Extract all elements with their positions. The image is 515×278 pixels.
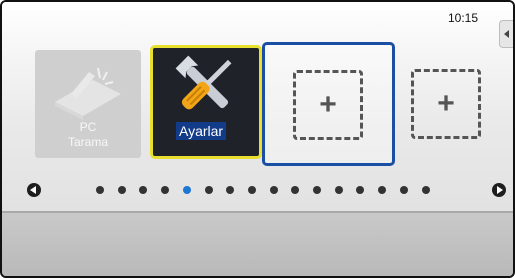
page-dot[interactable] bbox=[313, 186, 321, 194]
page-dot[interactable] bbox=[422, 186, 430, 194]
page-dot[interactable] bbox=[205, 186, 213, 194]
pc-scan-label: PC Tarama bbox=[35, 120, 141, 150]
page-dot[interactable] bbox=[118, 186, 126, 194]
settings-tile[interactable]: Ayarlar bbox=[150, 45, 262, 159]
page-dot[interactable] bbox=[291, 186, 299, 194]
page-dot[interactable] bbox=[378, 186, 386, 194]
page-dot[interactable] bbox=[335, 186, 343, 194]
plus-icon: + bbox=[437, 87, 455, 120]
add-shortcut-tile[interactable]: + bbox=[411, 69, 481, 139]
page-dot[interactable] bbox=[96, 186, 104, 194]
plus-icon: + bbox=[319, 88, 337, 121]
page-dot[interactable] bbox=[161, 186, 169, 194]
page-dot[interactable] bbox=[270, 186, 278, 194]
panel-frame: 10:15 PC Tarama Ayarlar + + bbox=[0, 0, 515, 278]
next-page-button[interactable] bbox=[492, 183, 506, 197]
pc-scan-label-line-2: Tarama bbox=[67, 135, 108, 149]
side-panel-tab[interactable] bbox=[499, 20, 513, 48]
add-shortcut-tile-selected[interactable]: + bbox=[262, 42, 395, 166]
page-dot[interactable] bbox=[400, 186, 408, 194]
previous-page-button[interactable] bbox=[27, 183, 41, 197]
pc-scan-tile[interactable]: PC Tarama bbox=[35, 50, 141, 158]
add-shortcut-frame: + bbox=[293, 70, 363, 140]
pc-scan-label-line-1: PC bbox=[79, 120, 97, 134]
settings-label: Ayarlar bbox=[176, 122, 227, 140]
wrench-screwdriver-icon bbox=[175, 55, 232, 110]
page-dot[interactable] bbox=[183, 186, 191, 194]
clock: 10:15 bbox=[448, 11, 479, 25]
scanner-icon bbox=[55, 67, 121, 120]
page-dot[interactable] bbox=[356, 186, 364, 194]
bottom-bar bbox=[2, 213, 513, 276]
home-screen: 10:15 PC Tarama Ayarlar + + bbox=[2, 2, 513, 213]
page-dot[interactable] bbox=[248, 186, 256, 194]
page-dot[interactable] bbox=[226, 186, 234, 194]
page-dot[interactable] bbox=[139, 186, 147, 194]
